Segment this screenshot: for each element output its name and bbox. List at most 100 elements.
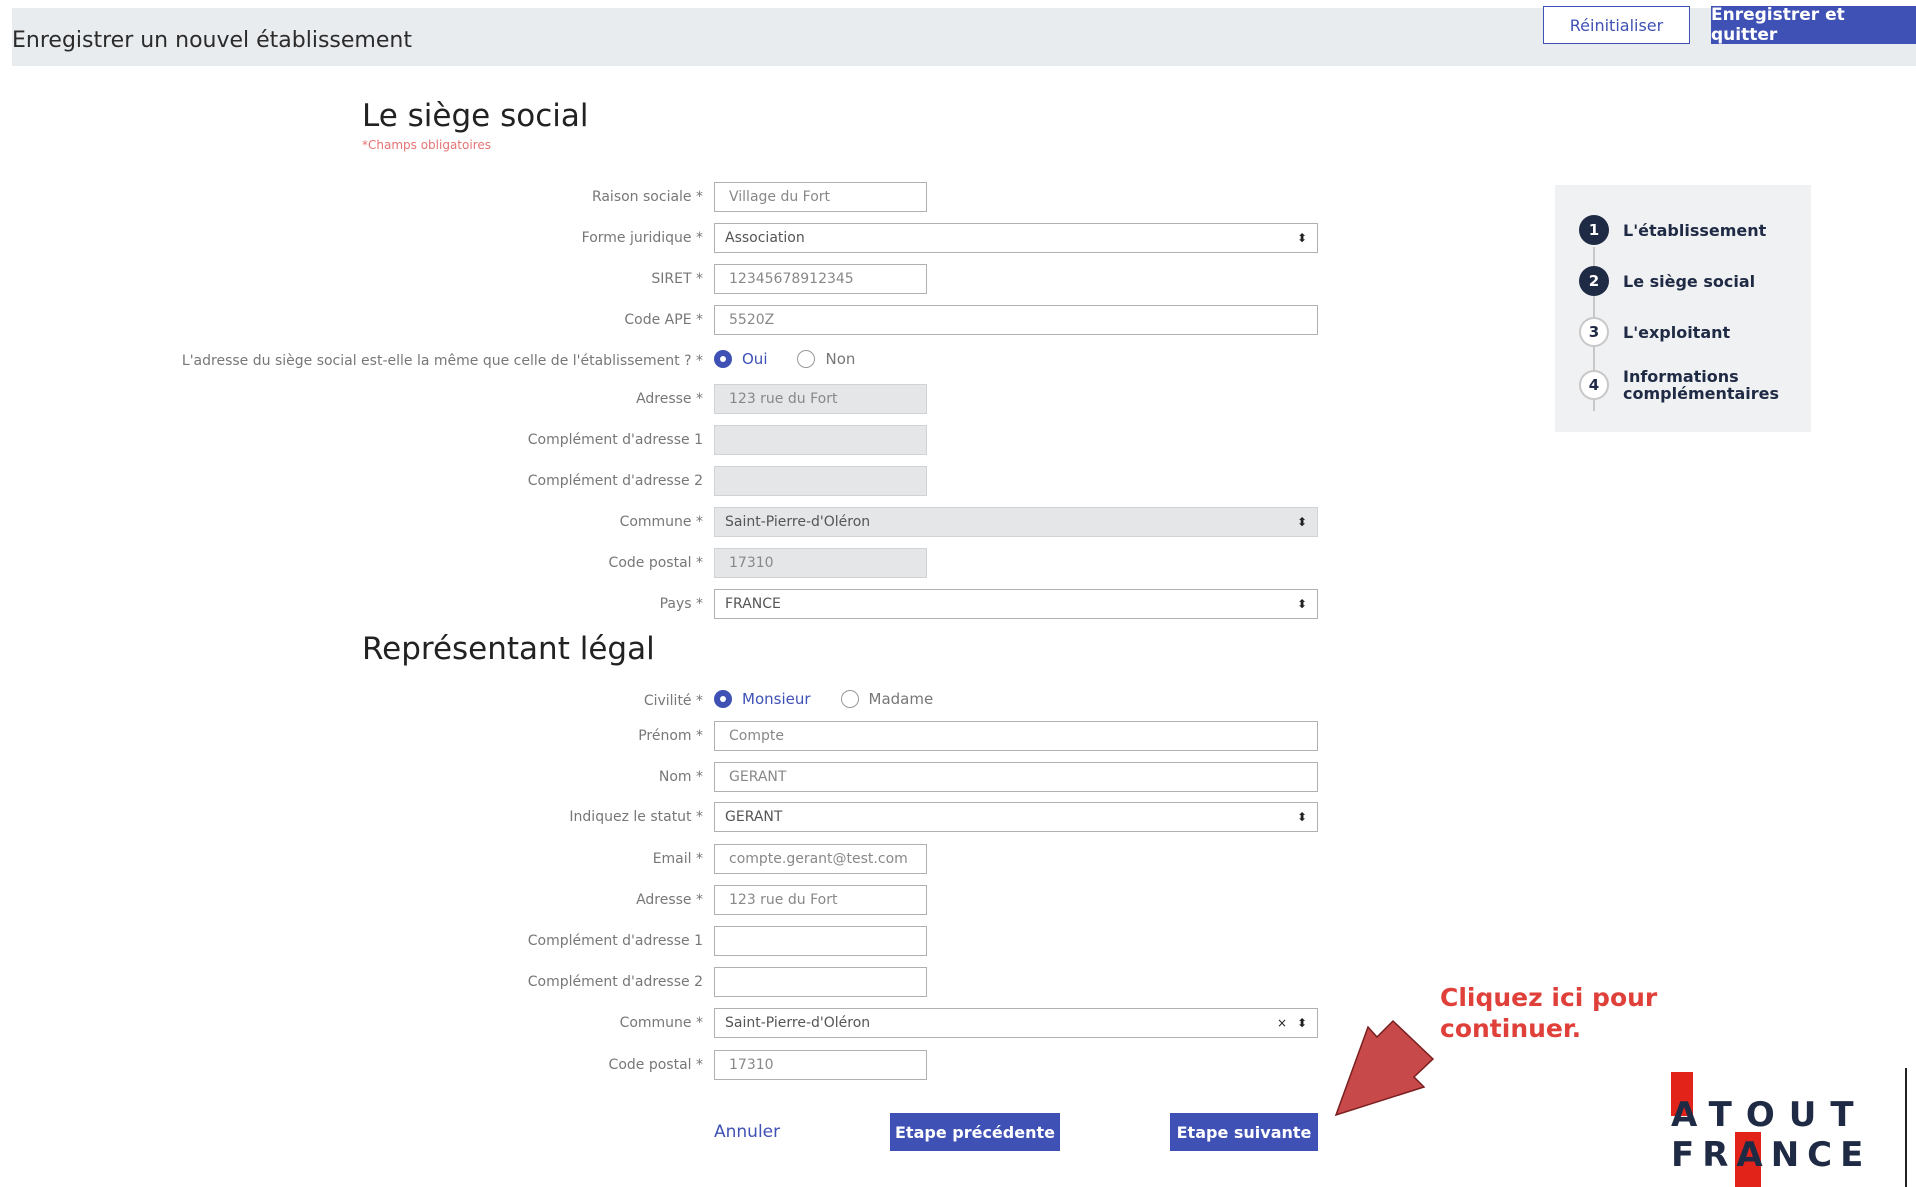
step-number-2: 2: [1579, 266, 1609, 296]
svg-text:FRANCE: FRANCE: [1671, 1135, 1865, 1175]
radio-madame-label[interactable]: Madame: [869, 690, 934, 708]
atout-france-logo: ATOUT FRANCE: [1671, 1072, 1865, 1187]
row-raison-sociale: Raison sociale * Village du Fort: [0, 182, 1320, 212]
label-code-postal-rep: Code postal *: [608, 1057, 703, 1073]
reset-button[interactable]: Réinitialiser: [1543, 6, 1690, 44]
adresse-siege-input: 123 rue du Fort: [714, 384, 927, 414]
label-raison-sociale: Raison sociale *: [591, 189, 703, 205]
sort-arrows-icon: ⬍: [1296, 515, 1307, 529]
nom-input[interactable]: GERANT: [714, 762, 1318, 792]
instruction-callout: Cliquez ici pour continuer.: [1440, 982, 1657, 1044]
row-same-address: L'adresse du siège social est-elle la mê…: [0, 346, 1320, 376]
row-code-postal-siege: Code postal * 17310: [0, 548, 1320, 578]
complement2-rep-input[interactable]: [714, 967, 927, 997]
sort-arrows-icon: ⬍: [1296, 1016, 1307, 1030]
commune-rep-select[interactable]: Saint-Pierre-d'Oléron × ⬍: [714, 1008, 1318, 1038]
row-complement2-siege: Complément d'adresse 2: [0, 466, 1320, 496]
label-siret: SIRET *: [651, 271, 703, 287]
statut-value: GERANT: [725, 809, 783, 825]
svg-text:ATOUT: ATOUT: [1671, 1095, 1865, 1135]
label-statut: Indiquez le statut *: [569, 809, 703, 825]
label-email: Email *: [652, 851, 703, 867]
code-postal-siege-input: 17310: [714, 548, 927, 578]
row-commune-siege: Commune * Saint-Pierre-d'Oléron ⬍: [0, 507, 1320, 537]
section-title-siege: Le siège social: [362, 98, 589, 134]
row-commune-rep: Commune * Saint-Pierre-d'Oléron × ⬍: [0, 1008, 1320, 1038]
callout-line-2: continuer.: [1440, 1014, 1582, 1043]
stepper-step-2: 2 Le siège social: [1579, 266, 1755, 296]
label-prenom: Prénom *: [638, 728, 703, 744]
radio-monsieur[interactable]: [714, 690, 732, 708]
radio-monsieur-label[interactable]: Monsieur: [742, 690, 811, 708]
code-ape-input[interactable]: 5520Z: [714, 305, 1318, 335]
row-complement2-rep: Complément d'adresse 2: [0, 967, 1320, 997]
label-complement2-rep: Complément d'adresse 2: [527, 974, 703, 990]
label-adresse-siege: Adresse *: [636, 391, 703, 407]
radio-non-label[interactable]: Non: [825, 350, 855, 368]
label-nom: Nom *: [658, 769, 703, 785]
row-civilite: Civilité * Monsieur Madame: [0, 686, 1320, 716]
label-complement2-siege: Complément d'adresse 2: [527, 473, 703, 489]
complement2-siege-input: [714, 466, 927, 496]
clear-icon[interactable]: ×: [1277, 1009, 1287, 1037]
row-nom: Nom * GERANT: [0, 762, 1320, 792]
label-code-ape: Code APE *: [624, 312, 703, 328]
step-number-3: 3: [1579, 317, 1609, 347]
sort-arrows-icon: ⬍: [1296, 810, 1307, 824]
commune-rep-value: Saint-Pierre-d'Oléron: [725, 1015, 871, 1031]
commune-siege-value: Saint-Pierre-d'Oléron: [725, 514, 871, 530]
statut-select[interactable]: GERANT ⬍: [714, 802, 1318, 832]
adresse-rep-input[interactable]: 123 rue du Fort: [714, 885, 927, 915]
raison-sociale-input[interactable]: Village du Fort: [714, 182, 927, 212]
stepper-step-3: 3 L'exploitant: [1579, 317, 1730, 347]
row-pays: Pays * FRANCE ⬍: [0, 589, 1320, 619]
civilite-radio-group: Monsieur Madame: [714, 690, 933, 708]
previous-step-button[interactable]: Etape précédente: [890, 1113, 1060, 1151]
pays-select[interactable]: FRANCE ⬍: [714, 589, 1318, 619]
label-forme-juridique: Forme juridique *: [581, 230, 703, 246]
email-input[interactable]: compte.gerant@test.com: [714, 844, 927, 874]
header-bar: Enregistrer un nouvel établissement Réin…: [12, 5, 1916, 66]
radio-non[interactable]: [797, 350, 816, 368]
pointer-arrow-icon: [1334, 1019, 1435, 1117]
step-number-4: 4: [1579, 370, 1609, 400]
required-fields-note: *Champs obligatoires: [362, 138, 491, 152]
label-complement1-siege: Complément d'adresse 1: [527, 432, 703, 448]
step-label-1: L'établissement: [1623, 220, 1767, 240]
row-siret: SIRET * 12345678912345: [0, 264, 1320, 294]
label-adresse-rep: Adresse *: [636, 892, 703, 908]
radio-oui-label[interactable]: Oui: [742, 350, 767, 368]
row-adresse-rep: Adresse * 123 rue du Fort: [0, 885, 1320, 915]
commune-siege-select: Saint-Pierre-d'Oléron ⬍: [714, 507, 1318, 537]
siret-input[interactable]: 12345678912345: [714, 264, 927, 294]
callout-line-1: Cliquez ici pour: [1440, 983, 1658, 1012]
logo-divider: [1905, 1068, 1907, 1187]
sort-arrows-icon: ⬍: [1296, 597, 1307, 611]
stepper-step-1: 1 L'établissement: [1579, 215, 1766, 245]
pays-value: FRANCE: [725, 596, 781, 612]
cancel-link[interactable]: Annuler: [714, 1122, 780, 1142]
label-commune-siege: Commune *: [619, 514, 703, 530]
complement1-rep-input[interactable]: [714, 926, 927, 956]
row-statut: Indiquez le statut * GERANT ⬍: [0, 802, 1320, 832]
next-step-button[interactable]: Etape suivante: [1170, 1113, 1318, 1151]
radio-oui[interactable]: [714, 350, 732, 368]
label-commune-rep: Commune *: [619, 1015, 703, 1031]
row-adresse-siege: Adresse * 123 rue du Fort: [0, 384, 1320, 414]
row-prenom: Prénom * Compte: [0, 721, 1320, 751]
step-label-3: L'exploitant: [1623, 322, 1731, 342]
save-and-quit-button[interactable]: Enregistrer et quitter: [1711, 5, 1916, 45]
forme-juridique-select[interactable]: Association ⬍: [714, 223, 1318, 253]
radio-madame[interactable]: [840, 690, 859, 708]
step-number-1: 1: [1579, 215, 1609, 245]
prenom-input[interactable]: Compte: [714, 721, 1318, 751]
step-label-2: Le siège social: [1623, 271, 1756, 291]
label-civilite: Civilité *: [643, 693, 703, 709]
row-complement1-siege: Complément d'adresse 1: [0, 425, 1320, 455]
row-email: Email * compte.gerant@test.com: [0, 844, 1320, 874]
code-postal-rep-input[interactable]: 17310: [714, 1050, 927, 1080]
complement1-siege-input: [714, 425, 927, 455]
label-code-postal-siege: Code postal *: [608, 555, 703, 571]
page-title: Enregistrer un nouvel établissement: [12, 28, 412, 53]
section-title-representant: Représentant légal: [362, 631, 655, 667]
